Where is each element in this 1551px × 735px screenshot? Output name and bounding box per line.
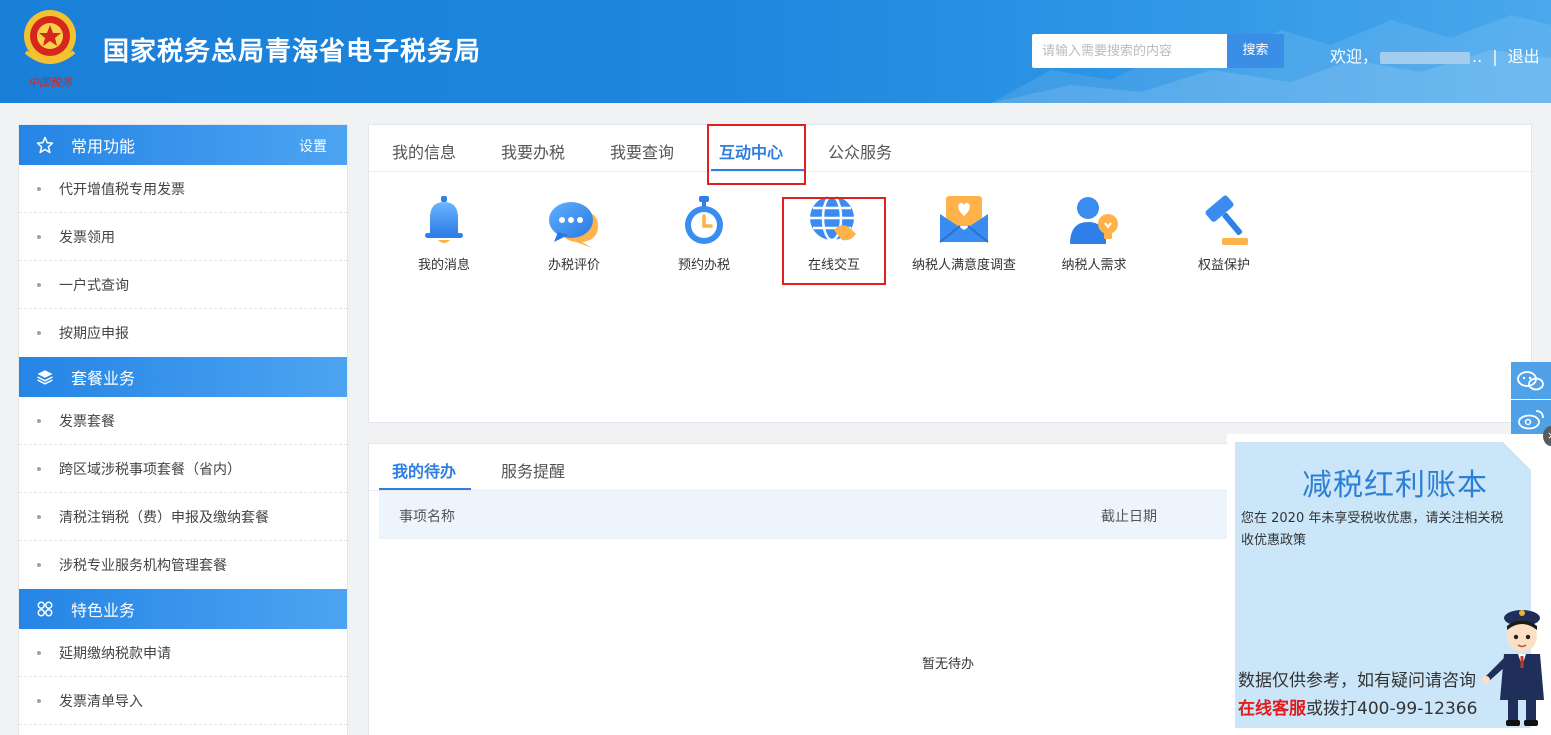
- tab-query[interactable]: 我要查询: [610, 139, 674, 163]
- sidebar-item[interactable]: 发票清单导入: [19, 677, 347, 725]
- popup-note: 您在 2020 年未享受税收优惠，请关注相关税收优惠政策: [1241, 511, 1504, 548]
- sidebar-item[interactable]: 一户式查询: [19, 261, 347, 309]
- sidebar-item-label: 跨区域涉税事项套餐（省内）: [59, 461, 241, 478]
- active-tab-underline: [379, 488, 471, 490]
- bell-icon: [425, 196, 463, 243]
- highlight-box-feature: [782, 197, 886, 285]
- popup-footer-line2: 在线客服或拨打400-99-12366: [1238, 694, 1477, 719]
- sidebar-item[interactable]: 发票套餐: [19, 397, 347, 445]
- tab-tax-handling[interactable]: 我要办税: [501, 139, 565, 163]
- feature-taxpayer-needs[interactable]: 纳税人需求: [1039, 190, 1149, 275]
- sidebar-item[interactable]: 延期缴纳税款申请: [19, 629, 347, 677]
- feature-satisfaction-survey[interactable]: 纳税人满意度调查: [909, 190, 1019, 275]
- bullet-dot: [37, 514, 41, 519]
- bullet-dot: [37, 563, 41, 567]
- sidebar-section-title: 特色业务: [71, 601, 136, 620]
- sidebar: 常用功能 设置 代开增值税专用发票 发票领用 一户式查询 按期应申报 套餐业务 …: [18, 124, 348, 735]
- layers-icon: [35, 367, 55, 387]
- bullet-dot: [37, 186, 41, 191]
- empty-state-text: 暂无待办: [922, 657, 975, 672]
- sidebar-item-label: 一户式查询: [59, 277, 129, 294]
- sidebar-item-label: 清税注销税（费）申报及缴纳套餐: [59, 509, 269, 526]
- online-service-link[interactable]: 在线客服: [1238, 699, 1306, 719]
- sidebar-item[interactable]: 跨区域涉税事项套餐（省内）: [19, 445, 347, 493]
- wechat-float-button[interactable]: [1511, 362, 1551, 399]
- settings-link[interactable]: 设置: [299, 136, 327, 156]
- sidebar-item-label: 延期缴纳税款申请: [59, 645, 171, 662]
- welcome-label: 欢迎，: [1330, 47, 1379, 66]
- feature-my-messages[interactable]: 我的消息: [389, 190, 499, 275]
- sidebar-item[interactable]: 发票领用: [19, 213, 347, 261]
- sidebar-item-label: 涉税专业服务机构管理套餐: [59, 558, 227, 574]
- weibo-icon: [1518, 409, 1544, 429]
- bullet-dot: [37, 650, 41, 655]
- masked-username: [1380, 51, 1471, 64]
- bullet-dot: [37, 331, 41, 335]
- bullet-dot: [37, 282, 41, 287]
- feature-label: 我的消息: [417, 258, 470, 273]
- feature-label: 纳税人需求: [1061, 258, 1127, 273]
- sidebar-section-featured[interactable]: 特色业务: [19, 589, 347, 629]
- sidebar-item-label: 发票清单导入: [59, 693, 143, 710]
- highlight-box-tab: [707, 124, 806, 185]
- separator: |: [1492, 47, 1498, 66]
- welcome-trail: ..: [1472, 47, 1483, 66]
- chat-bubble-icon: [549, 202, 598, 248]
- sidebar-section-title: 套餐业务: [71, 369, 136, 388]
- column-item-name: 事项名称: [399, 509, 455, 525]
- column-deadline: 截止日期: [1101, 509, 1157, 525]
- sidebar-item[interactable]: 涉税专业服务机构管理套餐: [19, 541, 347, 589]
- sidebar-item-label: 按期应申报: [59, 326, 129, 342]
- tab-service-reminder[interactable]: 服务提醒: [501, 458, 565, 482]
- user-lightbulb-icon: [1070, 197, 1118, 244]
- sidebar-section-common[interactable]: 常用功能 设置: [19, 125, 347, 165]
- sidebar-item-label: 发票领用: [59, 229, 115, 246]
- hotline-text: 或拨打400-99-12366: [1306, 699, 1478, 719]
- tab-public-service[interactable]: 公众服务: [828, 139, 892, 163]
- grid-icon: [35, 599, 55, 619]
- feature-appointment[interactable]: 预约办税: [649, 190, 759, 275]
- feature-tax-evaluation[interactable]: 办税评价: [519, 190, 629, 275]
- bullet-dot: [37, 466, 41, 471]
- popup-title: 减税红利账本: [1302, 468, 1488, 503]
- feature-label: 纳税人满意度调查: [911, 258, 1016, 273]
- star-icon: [35, 135, 55, 155]
- bullet-dot: [37, 698, 41, 703]
- bullet-dot: [37, 418, 41, 423]
- gavel-icon: [1205, 195, 1248, 245]
- search-button[interactable]: 搜索: [1227, 34, 1284, 68]
- feature-label: 办税评价: [547, 258, 600, 273]
- site-header: 中国税务 国家税务总局青海省电子税务局 搜索 欢迎，.. | 退出: [0, 0, 1551, 103]
- svg-text:中国税务: 中国税务: [28, 76, 73, 89]
- tab-my-todo[interactable]: 我的待办: [392, 458, 456, 482]
- envelope-heart-icon: [939, 196, 989, 243]
- feature-label: 权益保护: [1197, 258, 1250, 273]
- sidebar-section-package[interactable]: 套餐业务: [19, 357, 347, 397]
- sidebar-item[interactable]: 按期应申报: [19, 309, 347, 357]
- service-panel: 我的信息 我要办税 我要查询 互动中心 公众服务 我的消息 办税评价 预约办税 …: [368, 124, 1532, 423]
- logout-link[interactable]: 退出: [1508, 47, 1540, 66]
- welcome-area: 欢迎，.. | 退出: [1330, 43, 1540, 67]
- bullet-dot: [37, 234, 41, 239]
- search-input[interactable]: [1032, 34, 1227, 68]
- tab-my-info[interactable]: 我的信息: [392, 139, 456, 163]
- sidebar-section-title: 常用功能: [71, 137, 136, 156]
- stopwatch-icon: [685, 196, 723, 244]
- tax-emblem-logo: 中国税务: [24, 10, 76, 89]
- feature-label: 预约办税: [677, 258, 730, 273]
- main-tabs: 我的信息 我要办税 我要查询 互动中心 公众服务: [369, 125, 1531, 172]
- site-title: 国家税务总局青海省电子税务局: [103, 37, 482, 67]
- feature-rights-protection[interactable]: 权益保护: [1169, 190, 1279, 275]
- sidebar-item-label: 发票套餐: [59, 413, 115, 430]
- sidebar-item[interactable]: 代开增值税专用发票: [19, 165, 347, 213]
- popup-footer-line1: 数据仅供参考，如有疑问请咨询: [1238, 671, 1476, 691]
- wechat-icon: [1517, 370, 1544, 390]
- sidebar-item[interactable]: 清税注销税（费）申报及缴纳套餐: [19, 493, 347, 541]
- sidebar-item-label: 代开增值税专用发票: [59, 181, 185, 198]
- tax-officer-mascot: [1482, 610, 1544, 726]
- page-fold-corner: [1503, 442, 1531, 470]
